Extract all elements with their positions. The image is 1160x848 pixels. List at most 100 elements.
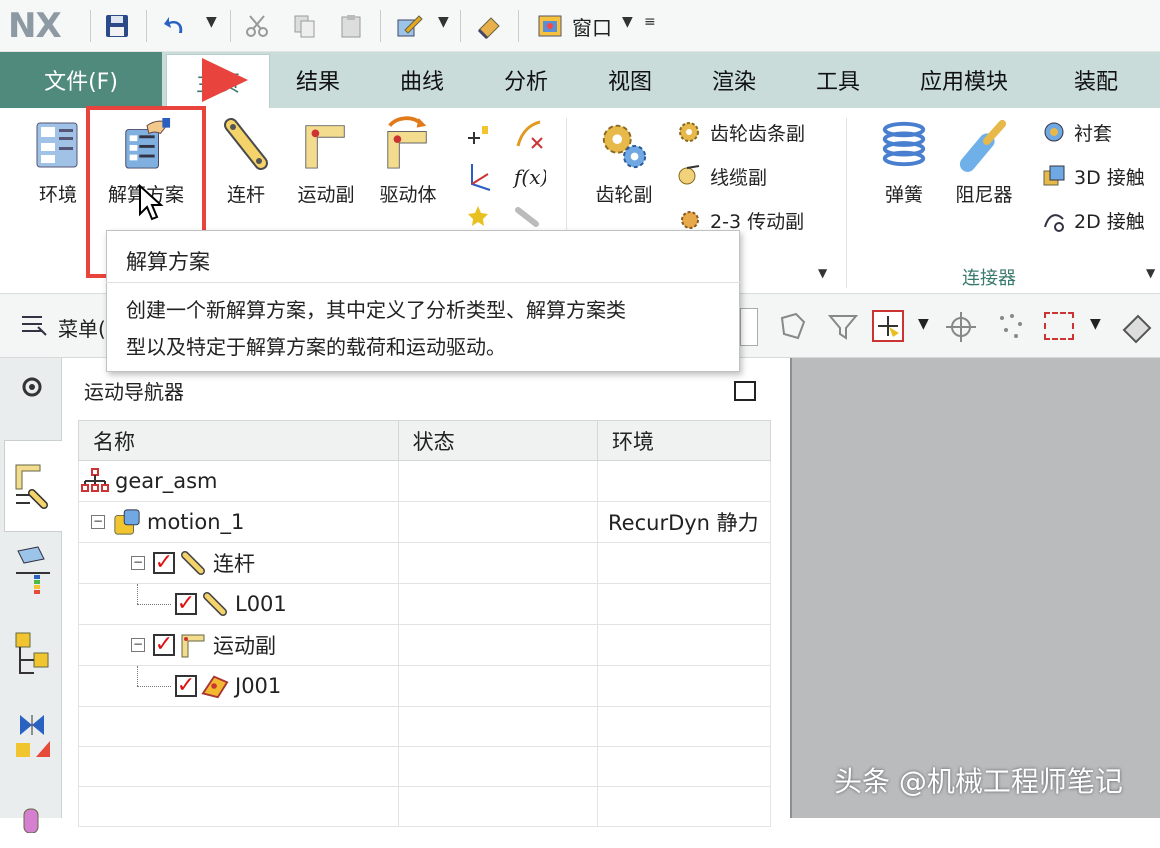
visibility-checkbox[interactable]: ✓ bbox=[175, 675, 197, 697]
ribbon-group-divider bbox=[846, 118, 847, 288]
constraint-navigator-tab-icon[interactable] bbox=[4, 708, 60, 766]
visibility-checkbox[interactable]: ✓ bbox=[175, 593, 197, 615]
select-dropdown-icon[interactable]: ▼ bbox=[1090, 316, 1101, 332]
damper-button[interactable]: 阻尼器 bbox=[952, 114, 1016, 207]
tree-connector bbox=[137, 666, 138, 686]
rectangle-select-icon[interactable] bbox=[1044, 312, 1074, 340]
table-row[interactable]: ✓ L001 bbox=[78, 583, 771, 625]
motion-navigator-tab-icon[interactable] bbox=[4, 456, 60, 514]
table-row[interactable]: gear_asm bbox=[78, 460, 771, 502]
table-row[interactable]: − motion_1 RecurDyn 静力 bbox=[78, 501, 771, 543]
contact-2d-button[interactable]: 2D 接触 bbox=[1040, 206, 1145, 234]
contact-2d-label: 2D 接触 bbox=[1074, 210, 1145, 233]
navigator-tree-table: 名称 状态 环境 gear_asm − motion_1 RecurDyn 静力 bbox=[78, 420, 771, 827]
snap-dropdown-icon[interactable]: ▼ bbox=[918, 316, 929, 332]
link-button[interactable]: 连杆 bbox=[214, 114, 278, 207]
column-header-environment[interactable]: 环境 bbox=[597, 420, 771, 461]
tree-item-state bbox=[397, 583, 599, 625]
red-arrow-pointer-icon bbox=[202, 58, 248, 102]
select-feature-icon[interactable] bbox=[776, 310, 810, 348]
link-folder-icon bbox=[179, 549, 207, 577]
filter-dropdown[interactable] bbox=[740, 308, 758, 346]
table-row[interactable]: − ✓ 运动副 bbox=[78, 624, 771, 666]
sensor-icon[interactable] bbox=[514, 206, 540, 232]
assembly-navigator-tab-icon[interactable] bbox=[4, 624, 60, 682]
group-expand-icon[interactable]: ▼ bbox=[818, 266, 827, 280]
marker-icon[interactable] bbox=[464, 122, 494, 156]
table-row bbox=[78, 786, 771, 827]
filter-faces-icon[interactable] bbox=[826, 310, 860, 348]
tab-file[interactable]: 文件(F) bbox=[0, 52, 162, 108]
driver-button[interactable]: 驱动体 bbox=[376, 114, 440, 207]
watermark-text: 头条 @机械工程师笔记 bbox=[834, 765, 1123, 798]
spring-label: 弹簧 bbox=[884, 184, 923, 206]
edit-dropdown-icon[interactable]: ▼ bbox=[438, 14, 449, 30]
assembly-icon bbox=[81, 467, 109, 495]
joint-button[interactable]: 运动副 bbox=[294, 114, 358, 207]
tab-results[interactable]: 结果 bbox=[296, 52, 340, 108]
part-navigator-tab-icon[interactable] bbox=[4, 790, 60, 848]
contact-2d-icon bbox=[1040, 206, 1068, 234]
window-icon[interactable] bbox=[536, 11, 566, 41]
tab-application[interactable]: 应用模块 bbox=[920, 52, 1008, 108]
tree-item-label: motion_1 bbox=[147, 510, 245, 534]
snap-point-icon[interactable] bbox=[872, 310, 904, 342]
crosshair-icon[interactable] bbox=[944, 310, 978, 348]
collapse-icon[interactable]: − bbox=[91, 515, 105, 529]
maximize-icon[interactable] bbox=[734, 381, 756, 401]
column-header-name[interactable]: 名称 bbox=[78, 420, 399, 461]
gear-pair-button[interactable]: 齿轮副 bbox=[592, 114, 656, 207]
menu-label[interactable]: 菜单( bbox=[58, 313, 106, 342]
tree-connector bbox=[137, 604, 171, 605]
window-dropdown-icon[interactable]: ▼ bbox=[622, 14, 633, 30]
cut-icon[interactable] bbox=[242, 11, 272, 41]
tab-assembly[interactable]: 装配 bbox=[1074, 52, 1118, 108]
eraser-icon[interactable] bbox=[474, 11, 504, 41]
customize-qat-icon[interactable]: ≡ bbox=[644, 14, 656, 30]
collapse-icon[interactable]: − bbox=[131, 638, 145, 652]
joint-folder-icon bbox=[179, 631, 207, 659]
graphics-window[interactable] bbox=[790, 358, 1160, 818]
tooltip-divider bbox=[106, 282, 740, 283]
save-icon[interactable] bbox=[102, 11, 132, 41]
coordinate-icon[interactable] bbox=[464, 160, 494, 198]
tab-render[interactable]: 渲染 bbox=[712, 52, 756, 108]
paste-icon[interactable] bbox=[336, 11, 366, 41]
rack-pinion-button[interactable]: 齿轮齿条副 bbox=[676, 118, 805, 146]
point-on-curve-icon[interactable] bbox=[512, 118, 546, 156]
collapse-icon[interactable]: − bbox=[131, 556, 145, 570]
spring-button[interactable]: 弹簧 bbox=[872, 114, 936, 207]
visibility-checkbox[interactable]: ✓ bbox=[153, 552, 175, 574]
contact-3d-icon bbox=[1040, 162, 1068, 190]
edit-object-icon[interactable] bbox=[394, 11, 424, 41]
star-marker-icon[interactable] bbox=[466, 204, 490, 232]
table-row[interactable]: − ✓ 连杆 bbox=[78, 542, 771, 584]
column-header-state[interactable]: 状态 bbox=[397, 420, 599, 461]
environment-button[interactable]: 环境 bbox=[26, 114, 90, 207]
undo-dropdown-icon[interactable]: ▼ bbox=[206, 14, 217, 30]
tab-curve[interactable]: 曲线 bbox=[400, 52, 444, 108]
tab-tools[interactable]: 工具 bbox=[816, 52, 860, 108]
menu-icon[interactable] bbox=[20, 313, 50, 343]
tab-analysis[interactable]: 分析 bbox=[504, 52, 548, 108]
joint-icon bbox=[201, 672, 229, 700]
eraser-select-icon[interactable] bbox=[1120, 310, 1154, 348]
simulation-navigator-tab-icon[interactable] bbox=[4, 540, 60, 598]
function-icon[interactable]: f(x) bbox=[512, 162, 548, 196]
settings-gear-icon[interactable] bbox=[4, 358, 60, 416]
window-menu-label[interactable]: 窗口 bbox=[572, 12, 612, 41]
toolbar-divider bbox=[518, 10, 519, 42]
navigator-title: 运动导航器 bbox=[84, 380, 184, 404]
bushing-button[interactable]: 衬套 bbox=[1040, 118, 1112, 146]
group-expand-icon[interactable]: ▼ bbox=[1146, 266, 1155, 280]
copy-icon[interactable] bbox=[290, 11, 320, 41]
contact-3d-button[interactable]: 3D 接触 bbox=[1040, 162, 1145, 190]
undo-icon[interactable] bbox=[160, 11, 190, 41]
tab-view[interactable]: 视图 bbox=[608, 52, 652, 108]
point-cloud-icon[interactable] bbox=[994, 310, 1028, 348]
visibility-checkbox[interactable]: ✓ bbox=[153, 634, 175, 656]
cable-button[interactable]: 线缆副 bbox=[676, 162, 767, 190]
motion-simulation-icon bbox=[113, 508, 141, 536]
table-row[interactable]: ✓ J001 bbox=[78, 665, 771, 707]
tree-item-env bbox=[597, 665, 771, 707]
